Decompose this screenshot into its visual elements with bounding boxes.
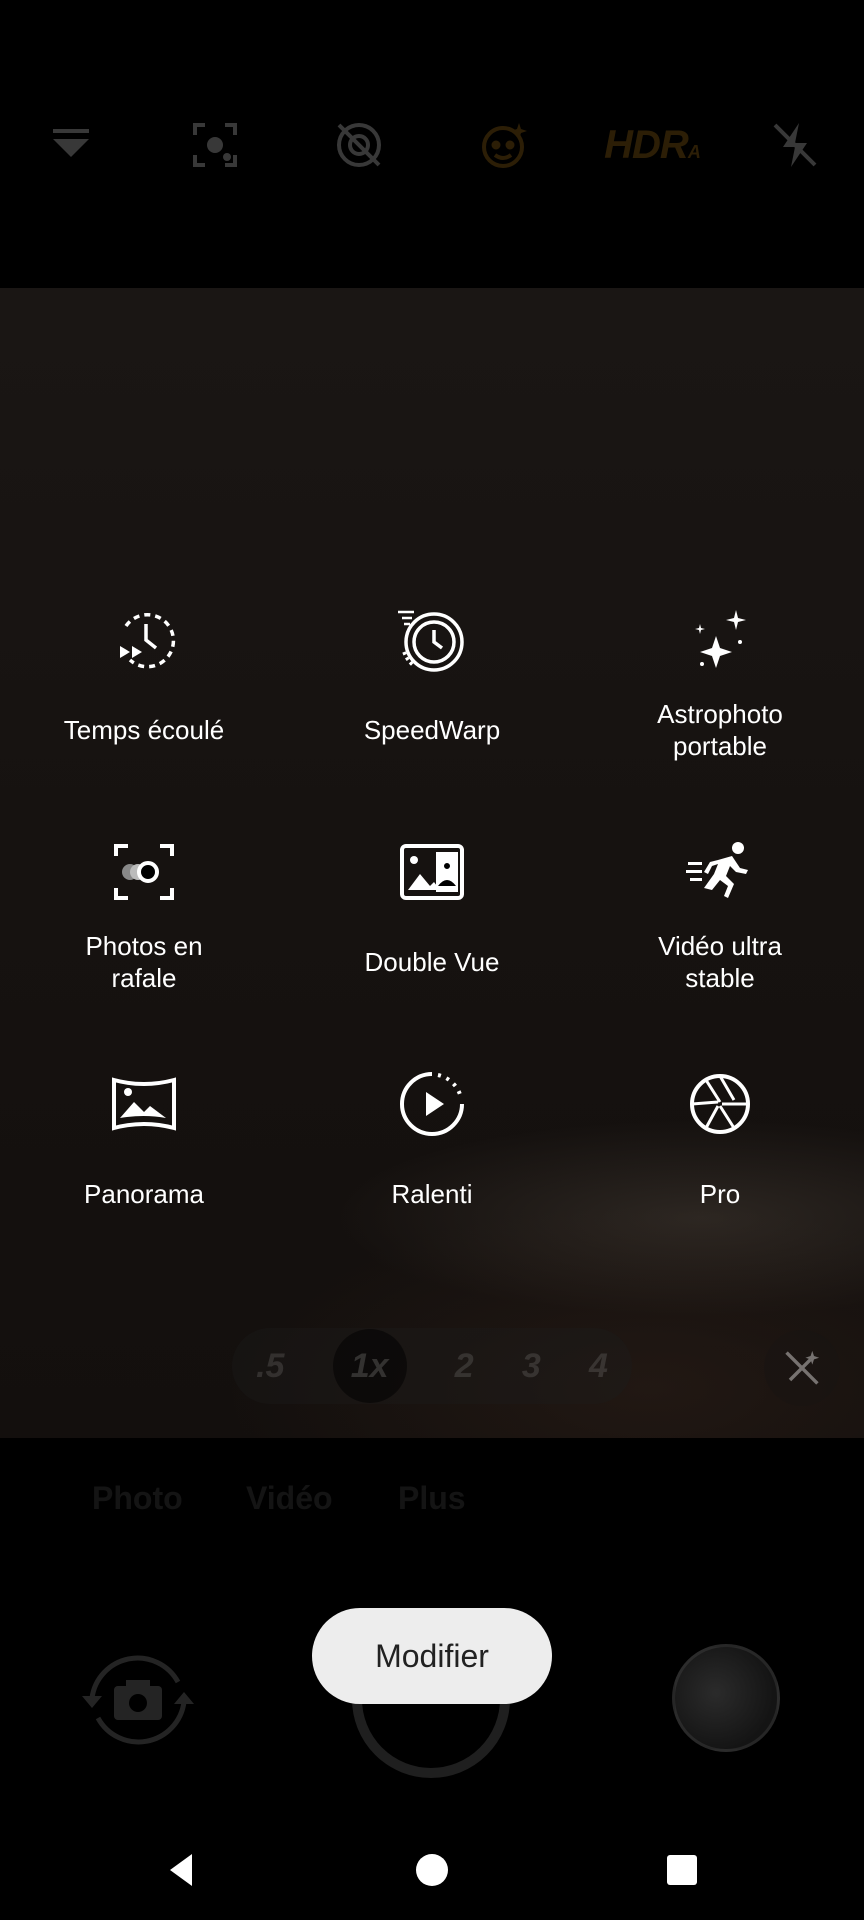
flash-off-icon[interactable] [760,110,830,180]
mode-pro[interactable]: Pro [576,1064,864,1284]
mode-label: Photos en rafale [85,931,203,993]
mode-panorama[interactable]: Panorama [0,1064,288,1284]
hdr-label: HDRA [604,122,701,167]
zoom-option[interactable]: 2 [455,1347,474,1386]
motion-off-icon[interactable] [324,110,394,180]
zoom-selector: .5 1x 2 3 4 [232,1328,632,1404]
mode-label: Astrophoto portable [657,699,783,761]
mode-label: Pro [699,1179,741,1209]
navigation-bar [0,1820,864,1920]
camera-screen: HDRA Temps écoulé SpeedWarp Astrophoto p… [0,0,864,1920]
running-icon [680,832,760,912]
burst-icon [104,832,184,912]
mode-ultra-stable-video[interactable]: Vidéo ultra stable [576,832,864,1052]
switch-camera-button[interactable] [78,1648,198,1752]
mode-speedwarp[interactable]: SpeedWarp [288,600,576,820]
zoom-option[interactable]: 4 [589,1347,608,1386]
recents-button[interactable] [652,1840,712,1900]
magic-wand-button[interactable] [764,1330,840,1406]
tab-photo[interactable]: Photo [92,1480,183,1517]
back-button[interactable] [152,1840,212,1900]
hdr-icon[interactable]: HDRA [604,110,701,180]
camera-toolbar: HDRA [0,0,864,288]
timelapse-icon [104,600,184,680]
panorama-icon [104,1064,184,1144]
face-beauty-icon[interactable] [468,110,538,180]
magic-wand-off-icon [785,1350,820,1385]
zoom-option[interactable]: .5 [256,1347,284,1386]
recents-icon [667,1855,697,1885]
gallery-thumbnail[interactable] [672,1644,780,1752]
tab-more[interactable]: Plus [398,1480,466,1517]
aperture-icon [680,1064,760,1144]
mode-label: Panorama [84,1179,204,1209]
mode-label: Temps écoulé [63,715,225,745]
mode-slow-motion[interactable]: Ralenti [288,1064,576,1284]
mode-timelapse[interactable]: Temps écoulé [0,600,288,820]
speedwarp-icon [392,600,472,680]
mode-dual-view[interactable]: Double Vue [288,832,576,1052]
slow-motion-icon [392,1064,472,1144]
sparkles-icon [680,600,760,680]
mode-label: Double Vue [364,947,500,977]
home-button[interactable] [402,1840,462,1900]
mode-burst[interactable]: Photos en rafale [0,832,288,1052]
mode-tabs: Photo Vidéo Plus [0,1480,864,1530]
mode-label: Vidéo ultra stable [658,931,782,993]
home-icon [416,1854,448,1886]
mode-label: SpeedWarp [363,715,501,745]
mode-label: Ralenti [391,1179,473,1209]
collapse-icon[interactable] [36,110,106,180]
switch-camera-icon [82,1655,194,1745]
zoom-option-active[interactable]: 1x [332,1329,407,1403]
tab-video[interactable]: Vidéo [246,1480,333,1517]
mode-astrophoto[interactable]: Astrophoto portable [576,600,864,820]
focus-icon[interactable] [180,110,250,180]
back-icon [170,1854,192,1886]
zoom-option[interactable]: 3 [522,1347,541,1386]
modify-button[interactable]: Modifier [312,1608,552,1704]
dual-view-icon [392,832,472,912]
